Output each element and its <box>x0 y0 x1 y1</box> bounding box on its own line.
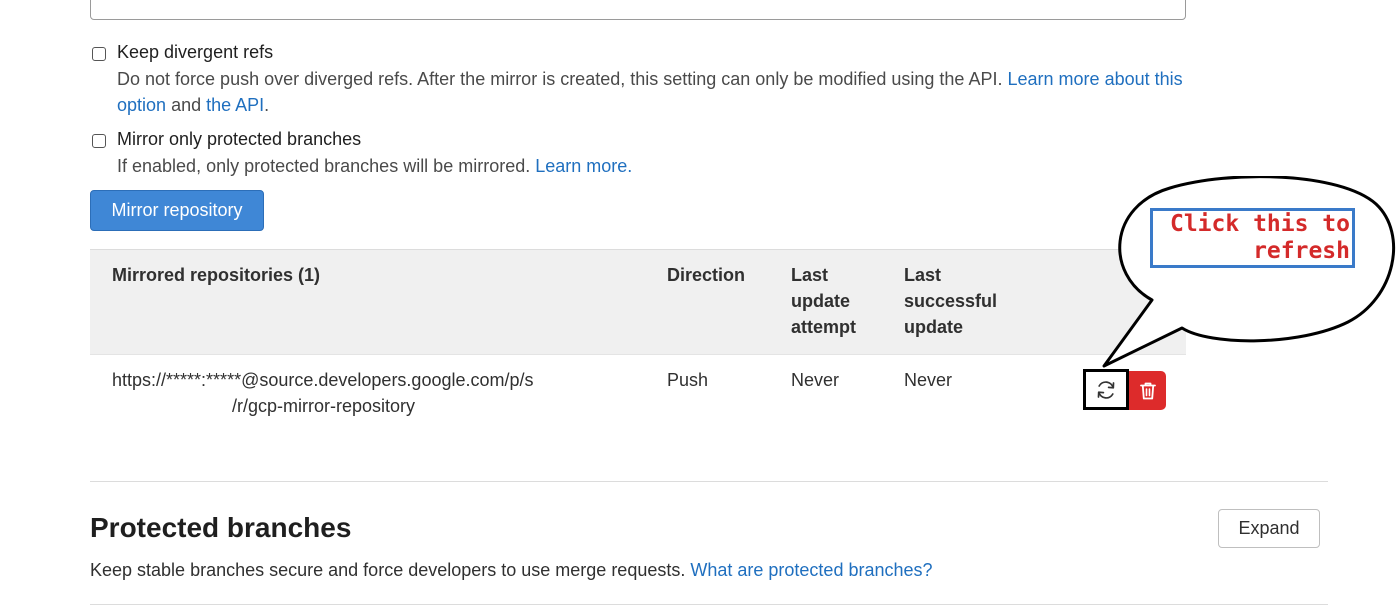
the-api-link[interactable]: the API <box>206 95 264 115</box>
header-direction: Direction <box>667 265 746 285</box>
keep-divergent-refs-checkbox[interactable] <box>92 47 106 61</box>
refresh-icon <box>1097 380 1115 399</box>
mirror-last-success: Never <box>904 370 953 390</box>
what-are-protected-branches-link[interactable]: What are protected branches? <box>690 560 932 580</box>
bottom-divider <box>90 604 1328 605</box>
mirror-url-line2: /r/gcp-mirror-repository <box>232 396 416 416</box>
header-last-update-attempt: Last update attempt <box>791 262 856 340</box>
mirror-last-attempt: Never <box>791 370 840 390</box>
learn-more-link[interactable]: Learn more <box>1007 69 1099 89</box>
expand-button[interactable]: Expand <box>1218 509 1320 548</box>
and-text: and <box>171 95 202 115</box>
header-mirrored-repositories: Mirrored repositories (1) <box>112 265 321 285</box>
header-last-successful-update: Last successful update <box>904 262 997 340</box>
keep-divergent-refs-help: Do not force push over diverged refs. Af… <box>117 66 1187 118</box>
trash-icon <box>1139 382 1156 399</box>
mirror-protected-help: If enabled, only protected branches will… <box>117 153 632 179</box>
header-last-success-line2: successful <box>904 291 998 311</box>
period-text: . <box>264 95 270 115</box>
header-last-attempt-line2: update <box>791 291 851 311</box>
keep-divergent-help-text: Do not force push over diverged refs. Af… <box>117 69 1003 89</box>
callout-text: Click this to refresh <box>1150 208 1355 268</box>
mirror-direction: Push <box>667 370 709 390</box>
delete-mirror-button[interactable] <box>1129 371 1166 410</box>
mirror-protected-checkbox[interactable] <box>92 134 106 148</box>
mirror-url-input[interactable] <box>90 0 1186 20</box>
refresh-mirror-button[interactable] <box>1083 369 1129 410</box>
learn-more-protected-link[interactable]: Learn more. <box>535 156 632 176</box>
mirror-url-line1: https://*****:*****@source.developers.go… <box>112 370 534 390</box>
callout-bubble <box>1102 176 1396 368</box>
mirror-protected-label: Mirror only protected branches <box>117 129 362 149</box>
header-last-success-line3: update <box>904 317 964 337</box>
mirror-protected-help-text: If enabled, only protected branches will… <box>117 156 531 176</box>
header-last-success-line1: Last <box>904 265 942 285</box>
section-divider <box>90 481 1328 482</box>
header-last-attempt-line1: Last <box>791 265 829 285</box>
header-last-attempt-line3: attempt <box>791 317 857 337</box>
protected-branches-description: Keep stable branches secure and force de… <box>90 557 933 583</box>
protected-branches-text: Keep stable branches secure and force de… <box>90 560 686 580</box>
protected-branches-title: Protected branches <box>90 512 352 543</box>
keep-divergent-refs-label: Keep divergent refs <box>117 42 274 62</box>
mirror-repository-button[interactable]: Mirror repository <box>90 190 264 231</box>
